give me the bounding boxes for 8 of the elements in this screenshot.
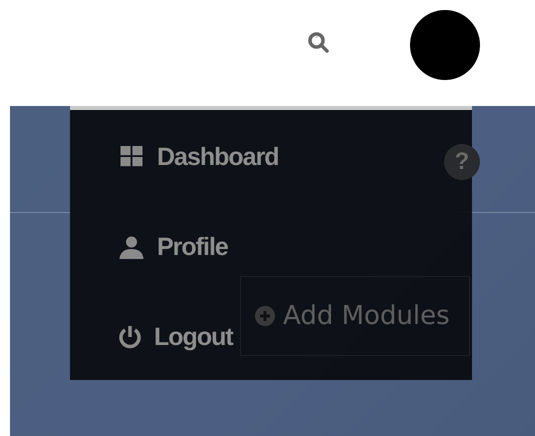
add-modules-button[interactable]: Add Modules <box>240 276 470 356</box>
user-icon <box>118 235 145 259</box>
menu-item[interactable]: Dashboard <box>118 140 279 174</box>
power-icon <box>118 325 142 349</box>
menu-item[interactable]: Profile <box>118 230 228 264</box>
menu-item[interactable]: Logout <box>118 320 233 354</box>
grid-icon <box>118 146 145 168</box>
search-icon[interactable] <box>307 31 331 55</box>
